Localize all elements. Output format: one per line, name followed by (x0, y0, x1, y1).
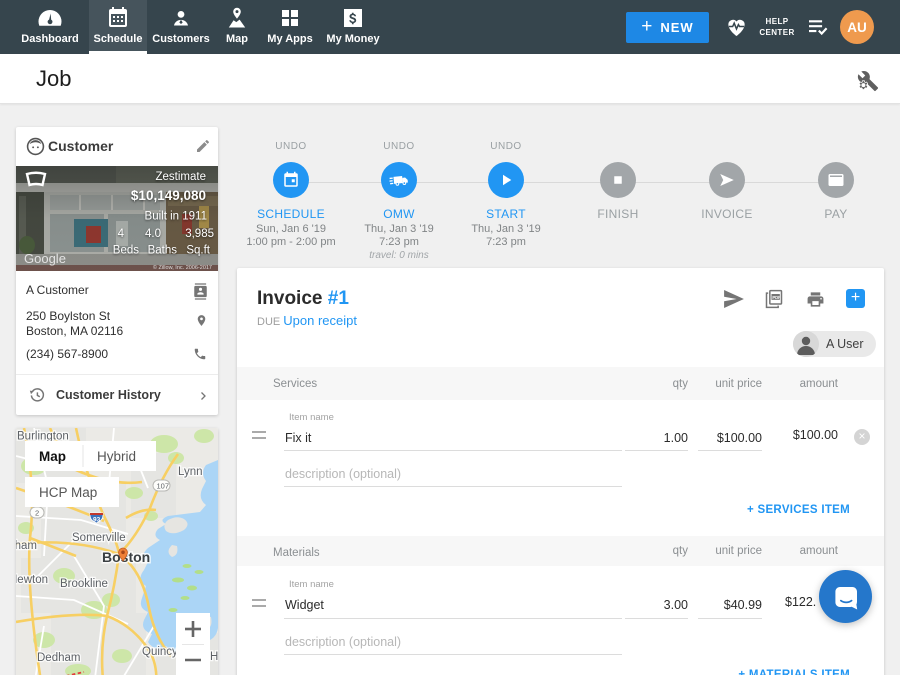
svg-text:Waltham: Waltham (16, 540, 37, 552)
svg-text:3,985: 3,985 (185, 228, 214, 240)
svg-text:Hi: Hi (210, 651, 218, 663)
svg-text:2: 2 (35, 509, 39, 518)
svg-text:4.0: 4.0 (145, 228, 161, 240)
svg-text:4: 4 (118, 228, 125, 240)
svg-text:HCP Map: HCP Map (39, 485, 97, 500)
svg-text:Map: Map (39, 449, 66, 464)
svg-text:$10,149,080: $10,149,080 (131, 188, 206, 203)
svg-text:Somerville: Somerville (72, 532, 126, 544)
svg-text:Lynn: Lynn (178, 466, 203, 478)
svg-text:PDF: PDF (772, 295, 781, 300)
svg-text:Built in 1911: Built in 1911 (145, 211, 207, 223)
svg-text:Baths: Baths (148, 245, 178, 257)
svg-text:93: 93 (93, 517, 101, 524)
svg-text:Burlington: Burlington (17, 431, 69, 443)
svg-text:Quincy: Quincy (142, 646, 178, 658)
svg-text:107: 107 (157, 482, 170, 491)
svg-text:Beds: Beds (113, 245, 139, 257)
svg-text:Newton: Newton (16, 574, 48, 586)
svg-text:Google: Google (24, 251, 66, 266)
svg-text:© Zillow, Inc. 2006-2017: © Zillow, Inc. 2006-2017 (153, 264, 212, 271)
svg-text:Hybrid: Hybrid (97, 449, 136, 464)
svg-text:Brookline: Brookline (60, 578, 108, 590)
svg-text:Sq.ft: Sq.ft (186, 245, 210, 257)
svg-text:Zestimate: Zestimate (156, 171, 207, 183)
svg-text:Dedham: Dedham (37, 652, 80, 664)
